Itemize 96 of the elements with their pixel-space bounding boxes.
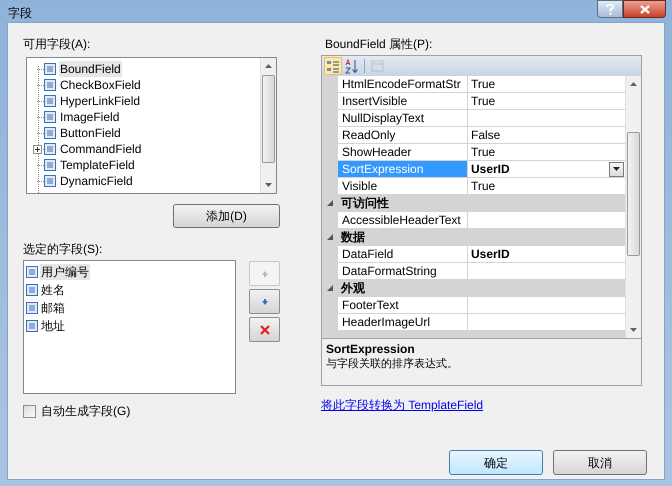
scrollbar[interactable] xyxy=(260,58,276,193)
available-fields-label: 可用字段(A): xyxy=(23,37,92,51)
dropdown-button[interactable] xyxy=(609,162,624,176)
scroll-up-icon xyxy=(265,64,272,68)
description-text: 与字段关联的排序表达式。 xyxy=(326,357,459,372)
pages-icon xyxy=(370,58,384,74)
field-type-icon xyxy=(44,79,56,91)
alphabetical-icon xyxy=(345,58,359,74)
field-icon xyxy=(26,284,38,296)
field-type-icon xyxy=(44,175,56,187)
property-value[interactable] xyxy=(468,297,625,314)
categorized-view-button[interactable] xyxy=(324,57,342,75)
property-value[interactable]: UserID xyxy=(468,246,625,263)
scroll-up-icon xyxy=(630,82,637,86)
field-type-item[interactable]: TemplateField xyxy=(59,157,136,173)
value-text: True xyxy=(471,178,496,194)
field-type-icon xyxy=(44,111,56,123)
property-value[interactable]: UserID xyxy=(468,161,625,178)
auto-generate-checkbox[interactable] xyxy=(23,404,36,418)
delete-button[interactable] xyxy=(249,317,280,342)
field-type-item[interactable]: DynamicField xyxy=(59,173,134,189)
scroll-down-icon xyxy=(630,328,637,332)
field-icon xyxy=(26,302,38,314)
down-arrow-icon xyxy=(260,298,268,306)
property-value[interactable]: True xyxy=(468,93,625,110)
add-button[interactable]: 添加(D) xyxy=(173,204,280,228)
field-icon xyxy=(26,266,38,278)
selected-fields-label: 选定的字段(S): xyxy=(23,242,104,256)
value-text: True xyxy=(471,93,496,109)
scroll-thumb[interactable] xyxy=(627,132,640,256)
dialog-button[interactable]: 确定 xyxy=(449,450,543,475)
property-value[interactable]: True xyxy=(468,178,625,195)
category-name: 外观 xyxy=(340,280,365,297)
property-value[interactable] xyxy=(468,314,625,331)
alphabetical-view-button[interactable] xyxy=(343,57,361,75)
field-type-item[interactable]: CheckBoxField xyxy=(59,77,142,93)
down-button[interactable] xyxy=(249,289,280,314)
property-value[interactable]: True xyxy=(468,144,625,161)
property-value[interactable]: False xyxy=(468,127,625,144)
field-type-item[interactable]: ImageField xyxy=(59,109,120,125)
scroll-down-icon xyxy=(265,183,272,187)
help-button[interactable] xyxy=(597,0,623,18)
property-name[interactable]: DataField xyxy=(338,246,468,263)
property-value[interactable] xyxy=(468,263,625,280)
auto-generate-label: 自动生成字段(G) xyxy=(41,403,130,420)
property-name[interactable]: ReadOnly xyxy=(338,127,468,144)
value-text: True xyxy=(471,76,496,92)
close-button[interactable] xyxy=(623,0,666,18)
property-name[interactable]: HeaderImageUrl xyxy=(338,314,468,331)
field-type-item[interactable]: ButtonField xyxy=(59,125,122,141)
selected-field-item[interactable]: 地址 xyxy=(40,318,66,334)
property-value[interactable] xyxy=(468,212,625,229)
field-type-icon xyxy=(44,95,56,107)
property-name[interactable]: InsertVisible xyxy=(338,93,468,110)
caret-icon xyxy=(613,167,620,171)
selected-field-item[interactable]: 用户编号 xyxy=(40,264,90,280)
window-title: 字段 xyxy=(8,5,32,22)
field-type-icon xyxy=(44,63,56,75)
property-name[interactable]: HtmlEncodeFormatStr xyxy=(338,76,468,93)
value-text: UserID xyxy=(471,246,511,262)
selected-fields-list[interactable]: 用户编号 姓名 邮箱 地址 xyxy=(23,260,236,394)
field-type-item[interactable]: HyperLinkField xyxy=(59,93,142,109)
property-name[interactable]: AccessibleHeaderText xyxy=(338,212,468,229)
close-icon xyxy=(258,324,270,336)
field-icon xyxy=(26,320,38,332)
expand-icon[interactable] xyxy=(33,145,42,154)
field-type-item[interactable]: BoundField xyxy=(59,61,122,77)
scroll-thumb[interactable] xyxy=(262,75,275,163)
property-name[interactable]: DataFormatString xyxy=(338,263,468,280)
selected-field-item[interactable]: 邮箱 xyxy=(40,300,66,316)
field-type-icon xyxy=(44,127,56,139)
property-name[interactable]: Visible xyxy=(338,178,468,195)
value-text: False xyxy=(471,127,502,143)
scrollbar[interactable] xyxy=(625,76,641,338)
property-value[interactable]: True xyxy=(468,76,625,93)
properties-label: BoundField 属性(P): xyxy=(324,37,434,51)
field-type-icon xyxy=(44,159,56,171)
description-title: SortExpression xyxy=(326,342,416,357)
value-text: True xyxy=(471,144,496,160)
category-name: 可访问性 xyxy=(340,195,389,212)
property-name[interactable]: NullDisplayText xyxy=(338,110,468,127)
property-value[interactable] xyxy=(468,110,625,127)
available-fields-tree[interactable]: BoundField CheckBoxField HyperLinkField ImageField ButtonField CommandField TemplateField DynamicField xyxy=(26,57,277,194)
field-type-icon xyxy=(44,143,56,155)
up-arrow-icon xyxy=(260,270,268,278)
categorized-icon xyxy=(326,58,340,74)
category-name: 数据 xyxy=(340,229,365,246)
field-type-item[interactable]: CommandField xyxy=(59,141,142,157)
dialog-button[interactable]: 取消 xyxy=(553,450,647,475)
property-name[interactable]: ShowHeader xyxy=(338,144,468,161)
help-icon xyxy=(606,4,614,14)
value-text: UserID xyxy=(471,161,511,177)
property-name[interactable]: FooterText xyxy=(338,297,468,314)
selected-field-item[interactable]: 姓名 xyxy=(40,282,66,298)
convert-template-link[interactable]: 将此字段转换为 TemplateField xyxy=(321,398,484,412)
close-icon xyxy=(640,4,650,14)
